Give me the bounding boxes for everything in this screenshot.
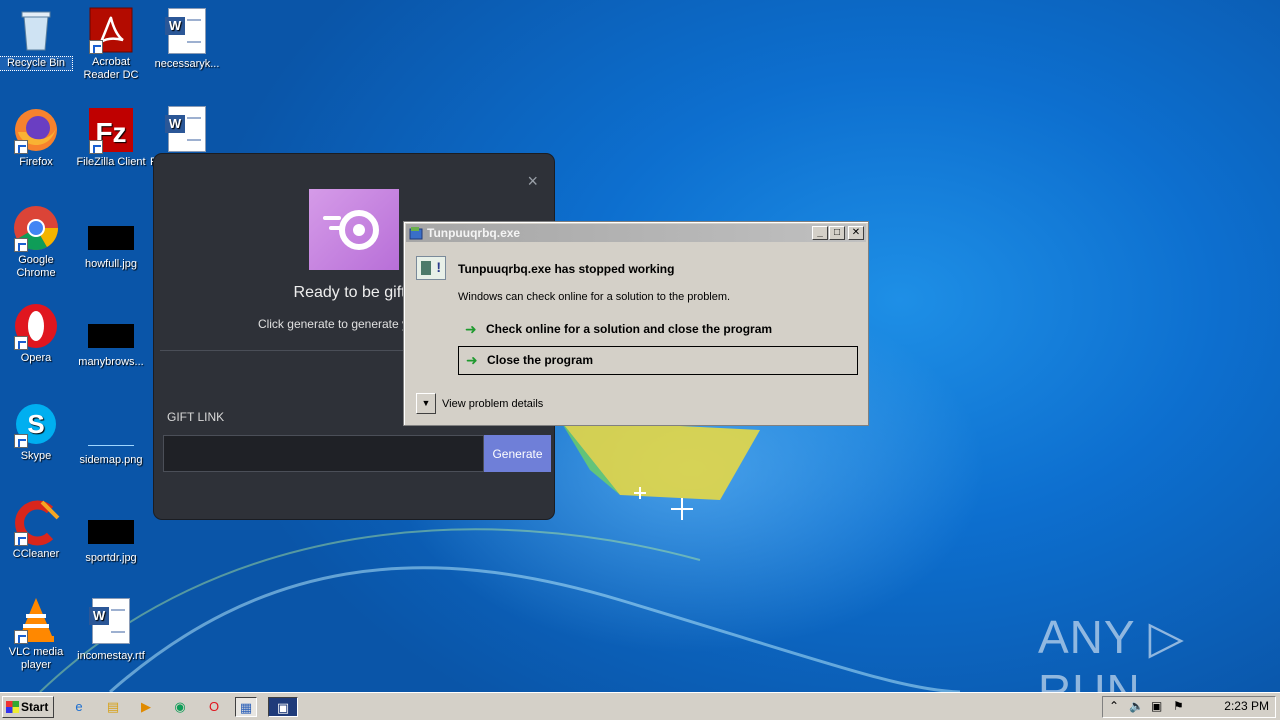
ccleaner-icon <box>12 498 60 546</box>
filezilla-icon: Fz <box>87 106 135 154</box>
desktop-icon-label: Google Chrome <box>16 254 56 279</box>
shortcut-arrow-icon <box>89 40 103 54</box>
desktop-icon-label: sidemap.png <box>79 454 143 466</box>
app-window-icon <box>409 226 423 240</box>
desktop-icon-label: Recycle Bin <box>0 56 73 71</box>
desktop-icon-google-chrome[interactable]: Google Chrome <box>0 204 73 280</box>
error-dialog: Tunpuuqrbq.exe _ □ ✕ Tunpuuqrbq.exe has … <box>403 221 869 426</box>
chrome-icon <box>12 204 60 252</box>
check-online-option[interactable]: ➜ Check online for a solution and close … <box>458 316 858 345</box>
shortcut-arrow-icon <box>14 434 28 448</box>
gift-link-label: GIFT LINK <box>167 410 225 424</box>
desktop-icon-label: incomestay.rtf <box>77 650 145 662</box>
desktop-icon-label: manybrows... <box>78 356 144 368</box>
recycle-bin-icon <box>12 6 60 54</box>
start-button[interactable]: Start <box>2 696 54 718</box>
view-details-label[interactable]: View problem details <box>442 398 543 410</box>
desktop-icon-recycle-bin[interactable]: Recycle Bin <box>0 6 73 71</box>
desktop-icon-acrobat-reader[interactable]: Acrobat Reader DC <box>74 6 148 82</box>
minimize-button[interactable]: _ <box>812 226 828 240</box>
word-document-icon: W <box>165 106 206 152</box>
image-thumbnail <box>88 324 134 348</box>
desktop-icon-label: Opera <box>20 352 52 364</box>
close-icon[interactable]: × <box>527 172 538 190</box>
start-label: Start <box>21 700 49 714</box>
word-document-icon: W <box>165 8 206 54</box>
desktop-icon-label: sportdr.jpg <box>85 552 137 564</box>
firefox-icon <box>12 106 60 154</box>
error-heading: Tunpuuqrbq.exe has stopped working <box>458 262 675 276</box>
desktop-icon-label: Firefox <box>19 156 53 168</box>
error-description: Windows can check online for a solution … <box>458 291 731 303</box>
tray-expand-icon[interactable]: ⌃ <box>1109 699 1119 713</box>
internet-explorer-icon[interactable]: e <box>68 697 90 717</box>
desktop-icon-sidemap[interactable]: sidemap.png <box>74 408 148 467</box>
desktop-icon-label: necessaryk... <box>154 58 220 70</box>
maximize-button[interactable]: □ <box>829 226 845 240</box>
image-thumbnail <box>88 422 134 446</box>
app-logo <box>309 189 399 270</box>
svg-text:S: S <box>27 409 44 439</box>
desktop-icon-label: CCleaner <box>12 548 60 560</box>
desktop-icon-incomestay[interactable]: W incomestay.rtf <box>74 598 148 663</box>
error-dialog-taskbar-button[interactable]: ▣ <box>268 697 298 717</box>
program-error-icon <box>416 256 446 280</box>
shortcut-arrow-icon <box>14 532 28 546</box>
network-icon[interactable]: ▣ <box>1151 699 1162 713</box>
shortcut-arrow-icon <box>14 336 28 350</box>
vlc-icon <box>12 596 60 644</box>
desktop-icon-ccleaner[interactable]: CCleaner <box>0 498 73 561</box>
green-arrow-icon: ➜ <box>465 321 477 337</box>
volume-icon[interactable]: 🔈 <box>1129 699 1144 713</box>
desktop-icon-necessaryk[interactable]: W necessaryk... <box>150 8 224 71</box>
desktop-icon-vlc[interactable]: VLC media player <box>0 596 73 672</box>
image-thumbnail <box>88 226 134 250</box>
taskbar: Start e ▤ ▶ ◉ O ▦ ▣ ⌃ 🔈 ▣ ⚑ 2:23 PM <box>0 692 1280 720</box>
close-button[interactable]: ✕ <box>848 226 864 240</box>
desktop-icon-howfull[interactable]: howfull.jpg <box>74 212 148 271</box>
green-arrow-icon: ➜ <box>466 352 478 368</box>
expand-details-button[interactable]: ▼ <box>416 393 436 414</box>
gift-link-input[interactable] <box>163 435 484 472</box>
shortcut-arrow-icon <box>14 140 28 154</box>
desktop-icon-manybrows[interactable]: manybrows... <box>74 310 148 369</box>
desktop-icon-opera[interactable]: Opera <box>0 302 73 365</box>
desktop-icon-label: Skype <box>20 450 52 462</box>
skype-icon: S <box>12 400 60 448</box>
opera-taskbar-icon[interactable]: O <box>203 697 225 717</box>
shortcut-arrow-icon <box>89 140 103 154</box>
acrobat-icon <box>87 6 135 54</box>
desktop-icon-skype[interactable]: S Skype <box>0 400 73 463</box>
option-label: Close the program <box>487 353 594 367</box>
option-label: Check online for a solution and close th… <box>486 322 773 336</box>
image-thumbnail <box>88 520 134 544</box>
file-explorer-icon[interactable]: ▤ <box>102 697 124 717</box>
desktop-icon-sportdr[interactable]: sportdr.jpg <box>74 506 148 565</box>
desktop-icon-label: howfull.jpg <box>85 258 137 270</box>
desktop-icon-label: VLC media player <box>8 646 64 671</box>
dialog-title: Tunpuuqrbq.exe <box>427 226 521 240</box>
opera-icon <box>12 302 60 350</box>
shortcut-arrow-icon <box>14 238 28 252</box>
generator-taskbar-button[interactable]: ▦ <box>235 697 257 717</box>
dialog-titlebar[interactable]: Tunpuuqrbq.exe _ □ ✕ <box>406 224 866 242</box>
close-program-option[interactable]: ➜ Close the program <box>458 346 858 375</box>
action-center-flag-icon[interactable]: ⚑ <box>1173 699 1184 713</box>
shortcut-arrow-icon <box>14 630 28 644</box>
generate-button[interactable]: Generate <box>484 435 551 472</box>
desktop-icon-firefox[interactable]: Firefox <box>0 106 73 169</box>
windows-logo-icon <box>6 701 19 713</box>
word-document-icon: W <box>89 598 130 644</box>
chrome-taskbar-icon[interactable]: ◉ <box>169 697 191 717</box>
desktop-icon-filezilla[interactable]: Fz FileZilla Client <box>74 106 148 169</box>
desktop-icon-label: Acrobat Reader DC <box>83 56 139 81</box>
system-tray: ⌃ 🔈 ▣ ⚑ 2:23 PM <box>1102 696 1276 718</box>
clock[interactable]: 2:23 PM <box>1224 699 1269 713</box>
desktop-icon-label: FileZilla Client <box>76 156 146 168</box>
media-player-icon[interactable]: ▶ <box>135 697 157 717</box>
